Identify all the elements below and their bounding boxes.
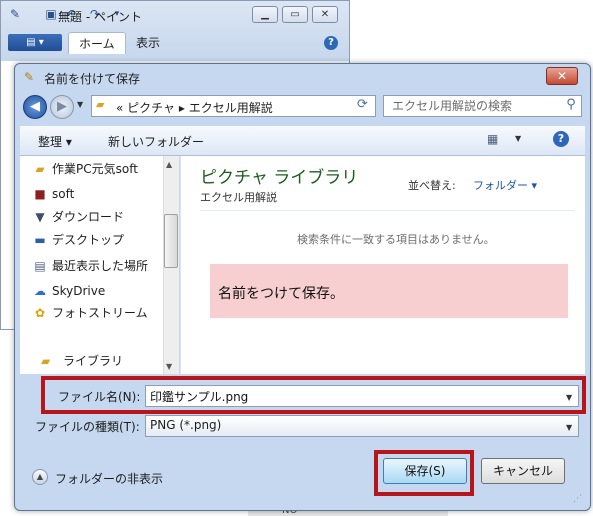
arrange-by-dropdown[interactable]: フォルダー ▾ [473,177,537,193]
library-subtitle: エクセル用解説 [200,191,277,204]
divider [200,210,575,211]
recent-places-icon: ▤ [34,259,46,273]
help-icon[interactable]: ? [553,131,569,147]
resize-grip-icon[interactable]: ⋰ [573,494,582,504]
dialog-close-button[interactable]: ✕ [546,67,578,85]
folder-icon: ▰ [35,162,45,176]
photostream-icon: ✿ [34,306,46,320]
file-name-highlight [41,376,586,414]
nav-item-libraries[interactable]: ライブラリ [63,352,123,369]
nav-item-recent-places[interactable]: 最近表示した場所 [52,256,162,276]
paint-window-title: 無題 - ペイント [58,10,142,24]
new-folder-button[interactable]: 新しいフォルダー [108,133,204,150]
maximize-icon[interactable]: ▭ [282,6,308,23]
close-icon[interactable]: ✕ [312,6,338,23]
view-options-icon[interactable]: ▦ [487,132,501,146]
tab-view[interactable]: 表示 [126,32,170,54]
cancel-button[interactable]: キャンセル [481,458,565,484]
nav-item-desktop[interactable]: デスクトップ [52,230,162,250]
breadcrumb-path[interactable]: « ピクチャ ▸ エクセル用解説 [116,99,273,116]
scroll-down-icon[interactable]: ▼ [166,362,172,371]
dialog-title: 名前を付けて保存 [44,72,141,86]
annotation-text: 名前をつけて保存。 [218,286,344,302]
organize-button[interactable]: 整理 ▾ [38,133,72,150]
desktop-icon: ▬ [34,233,46,247]
file-type-dropdown-icon[interactable]: ▼ [566,423,572,432]
file-type-label: ファイルの種類(T): [35,420,140,434]
chevron-up-icon[interactable]: ▲ [32,469,48,485]
folder-icon: ▰ [96,98,105,111]
recent-locations-dropdown[interactable]: ▼ [77,100,83,109]
forward-button[interactable]: ▶ [50,95,74,119]
nav-item-soft[interactable]: soft [52,184,162,204]
application-icon: ■ [34,187,46,201]
refresh-icon[interactable]: ⟳ [357,97,368,112]
arrange-by-label: 並べ替え: [408,179,456,192]
nav-scrollbar-thumb[interactable] [164,214,178,268]
paint-app-icon: ✎ [24,70,35,84]
nav-item-work-folder[interactable]: 作業PC元気soft [52,159,162,179]
search-input[interactable] [383,95,582,117]
save-icon[interactable]: ▣ [44,7,58,21]
back-button[interactable]: ◀ [23,95,47,119]
hide-folders-button[interactable]: フォルダーの非表示 [55,470,163,487]
library-icon: ▰ [41,354,51,368]
paint-app-icon[interactable]: ✎ [8,7,22,21]
scroll-up-icon[interactable]: ▲ [166,160,172,169]
view-dropdown-icon[interactable]: ▼ [515,134,521,143]
downloads-folder-icon: ▼ [35,210,45,224]
paint-help-icon[interactable]: ? [324,36,338,50]
save-button-highlight [374,450,474,496]
library-title: ピクチャ ライブラリ [200,168,359,188]
minimize-icon[interactable]: ▁ [252,6,278,23]
tab-home[interactable]: ホーム [68,32,126,54]
empty-message: 検索条件に一致する項目はありません。 [297,233,495,246]
file-type-value[interactable]: PNG (*.png) [150,418,221,432]
paint-menu-button[interactable]: ▤ ▾ [8,34,62,51]
nav-item-skydrive[interactable]: SkyDrive [52,281,162,301]
search-icon[interactable]: ⚲ [563,97,579,113]
nav-item-photostream[interactable]: フォトストリーム [52,303,162,323]
nav-item-downloads[interactable]: ダウンロード [52,207,162,227]
skydrive-icon: ☁ [34,284,46,298]
